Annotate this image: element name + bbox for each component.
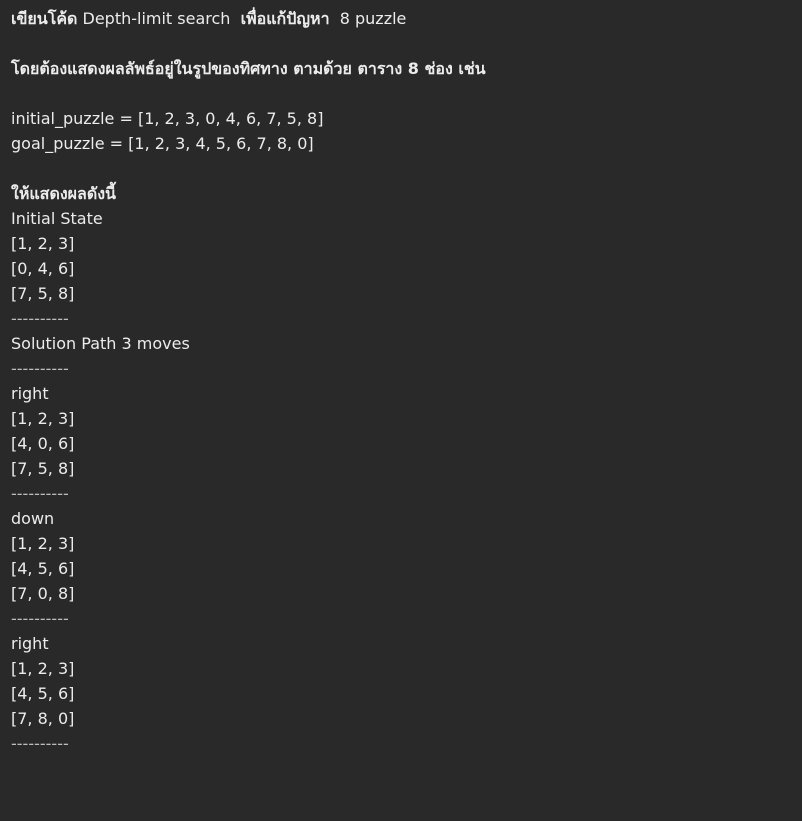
move-2-row-1: [1, 2, 3] xyxy=(11,534,75,553)
title-text-depth-limit: Depth-limit search xyxy=(77,9,241,28)
title-bold-write-code: เขียนโค้ด xyxy=(11,9,78,28)
move-3-row-2: [4, 5, 6] xyxy=(11,684,75,703)
title-line: เขียนโค้ด Depth-limit search เพื่อแก้ปัญ… xyxy=(11,6,802,31)
title-bold-to-solve: เพื่อแก้ปัญหา xyxy=(240,9,330,28)
title-text-8-puzzle: 8 puzzle xyxy=(329,9,407,28)
goal-puzzle-line: goal_puzzle = [1, 2, 3, 4, 5, 6, 7, 8, 0… xyxy=(11,134,314,153)
message-body: เขียนโค้ด Depth-limit search เพื่อแก้ปัญ… xyxy=(0,0,802,756)
move-3-row-3: [7, 8, 0] xyxy=(11,709,75,728)
output-heading: ให้แสดงผลดังนี้ xyxy=(11,184,116,203)
separator: ---------- xyxy=(11,359,69,378)
separator: ---------- xyxy=(11,484,69,503)
move-2-row-3: [7, 0, 8] xyxy=(11,584,75,603)
solution-path-label: Solution Path 3 moves xyxy=(11,334,190,353)
separator: ---------- xyxy=(11,309,69,328)
move-1-row-1: [1, 2, 3] xyxy=(11,409,75,428)
initial-puzzle-line: initial_puzzle = [1, 2, 3, 0, 4, 6, 7, 5… xyxy=(11,109,324,128)
move-1-row-3: [7, 5, 8] xyxy=(11,459,75,478)
move-3-direction: right xyxy=(11,634,49,653)
initial-row-2: [0, 4, 6] xyxy=(11,259,75,278)
initial-row-1: [1, 2, 3] xyxy=(11,234,75,253)
move-1-row-2: [4, 0, 6] xyxy=(11,434,75,453)
move-2-row-2: [4, 5, 6] xyxy=(11,559,75,578)
separator: ---------- xyxy=(11,609,69,628)
move-3-row-1: [1, 2, 3] xyxy=(11,659,75,678)
move-1-direction: right xyxy=(11,384,49,403)
initial-row-3: [7, 5, 8] xyxy=(11,284,75,303)
subtitle-line: โดยต้องแสดงผลลัพธ์อยู่ในรูปของทิศทาง ตาม… xyxy=(11,59,486,78)
separator: ---------- xyxy=(11,734,69,753)
initial-state-label: Initial State xyxy=(11,209,103,228)
move-2-direction: down xyxy=(11,509,55,528)
